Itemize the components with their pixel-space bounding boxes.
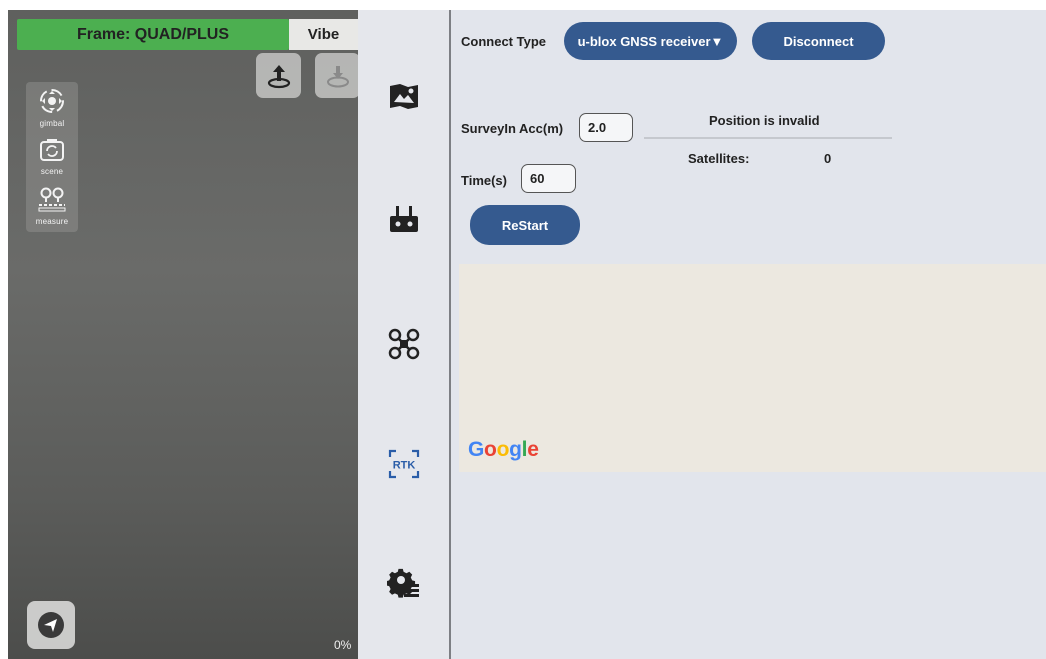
measure-label: measure bbox=[35, 217, 69, 226]
side-nav: RTK bbox=[358, 10, 449, 659]
google-logo-letter: g bbox=[509, 438, 522, 461]
satellites-label: Satellites: bbox=[688, 151, 750, 166]
scene-label: scene bbox=[40, 167, 64, 176]
surveyin-acc-input[interactable]: 2.0 bbox=[579, 113, 633, 142]
google-logo-letter: e bbox=[527, 438, 539, 461]
nav-drone[interactable] bbox=[386, 326, 422, 362]
surveyin-acc-label: SurveyIn Acc(m) bbox=[461, 121, 564, 136]
nav-settings[interactable] bbox=[386, 565, 422, 601]
takeoff-button[interactable] bbox=[256, 53, 301, 98]
restart-button[interactable]: ReStart bbox=[470, 205, 580, 245]
status-divider bbox=[644, 137, 892, 139]
map-photo-icon bbox=[390, 84, 418, 109]
gimbal-icon bbox=[40, 89, 64, 113]
progress-percent: 0% bbox=[334, 638, 352, 652]
send-icon bbox=[38, 612, 64, 638]
scene-icon bbox=[40, 139, 64, 161]
land-button[interactable] bbox=[315, 53, 358, 98]
time-label: Time(s) bbox=[461, 173, 507, 188]
google-logo-letter: o bbox=[496, 438, 510, 461]
nav-remote-controller[interactable] bbox=[386, 202, 422, 238]
google-logo: Google bbox=[468, 438, 539, 462]
app-window: Frame: QUAD/PLUS Vibe gimbal scene measu… bbox=[8, 10, 1046, 659]
camera-view[interactable]: Frame: QUAD/PLUS Vibe gimbal scene measu… bbox=[8, 10, 358, 659]
gimbal-tool[interactable]: gimbal bbox=[26, 86, 78, 128]
settings-gear-icon bbox=[387, 568, 419, 598]
time-input[interactable]: 60 bbox=[521, 164, 576, 193]
connect-type-label: Connect Type bbox=[461, 34, 546, 49]
google-logo-letter: o bbox=[484, 438, 497, 461]
vibe-status[interactable]: Vibe bbox=[289, 19, 358, 50]
measure-tool[interactable]: measure bbox=[26, 184, 78, 226]
connect-type-select[interactable]: u-blox GNSS receiver▼ bbox=[564, 22, 737, 60]
gimbal-label: gimbal bbox=[39, 119, 65, 128]
send-mission-button[interactable] bbox=[27, 601, 75, 649]
scene-tool[interactable]: scene bbox=[26, 136, 78, 176]
rtk-settings-panel: Connect Type u-blox GNSS receiver▼ Disco… bbox=[451, 10, 1046, 659]
disconnect-button[interactable]: Disconnect bbox=[752, 22, 885, 60]
position-status: Position is invalid bbox=[709, 113, 820, 128]
rtk-icon: RTK bbox=[388, 449, 420, 479]
land-icon bbox=[326, 65, 349, 87]
drone-icon bbox=[388, 328, 420, 360]
google-logo-letter: G bbox=[468, 438, 485, 461]
satellites-count: 0 bbox=[824, 151, 832, 166]
takeoff-icon bbox=[267, 64, 290, 88]
map-view[interactable]: Google bbox=[459, 264, 1046, 472]
frame-status: Frame: QUAD/PLUS bbox=[17, 19, 289, 50]
nav-map-photo[interactable] bbox=[386, 78, 422, 114]
tool-panel: gimbal scene measure bbox=[26, 82, 78, 232]
remote-controller-icon bbox=[390, 206, 418, 232]
rtk-text: RTK bbox=[393, 460, 416, 472]
measure-icon bbox=[38, 187, 66, 212]
nav-rtk[interactable]: RTK bbox=[386, 446, 422, 482]
